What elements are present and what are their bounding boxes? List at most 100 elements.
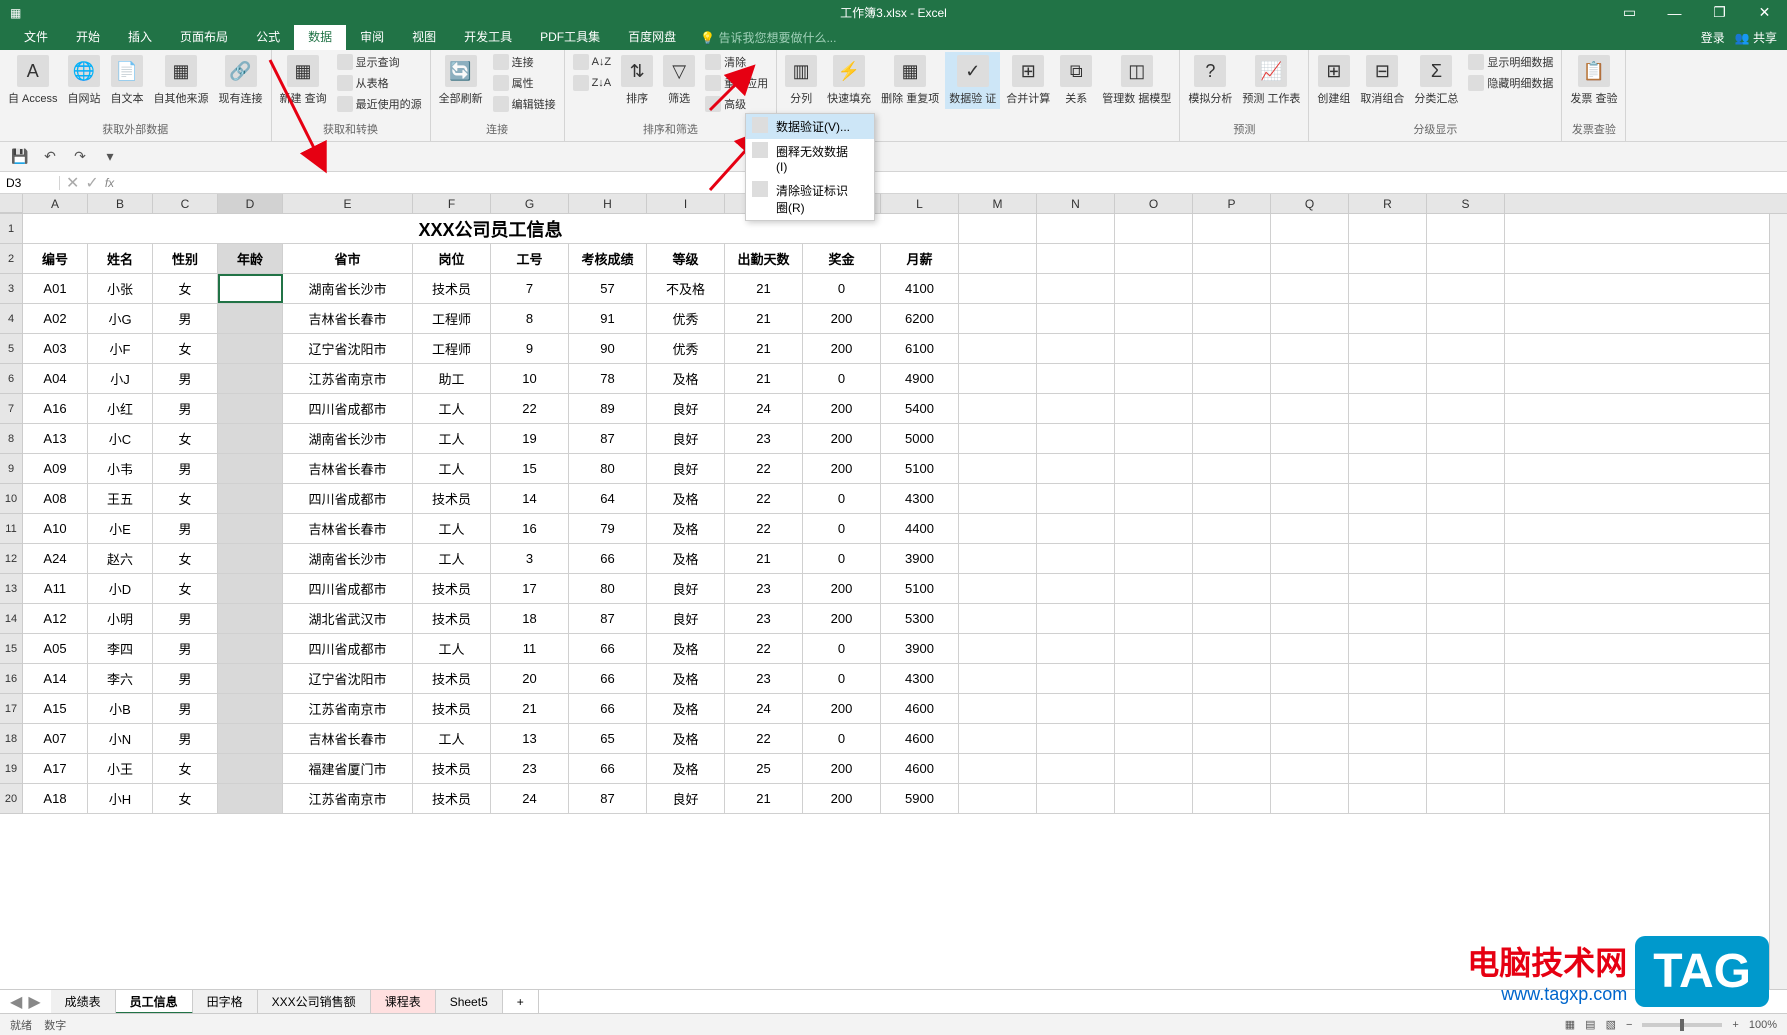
sheet-nav-next[interactable]: ▶	[28, 992, 40, 1012]
cell-empty[interactable]	[1427, 544, 1505, 573]
data-cell[interactable]: 女	[153, 334, 218, 363]
tab-view[interactable]: 视图	[398, 25, 450, 50]
data-cell[interactable]: 66	[569, 754, 647, 783]
data-cell[interactable]	[218, 604, 283, 633]
cell-empty[interactable]	[1271, 664, 1349, 693]
cell-empty[interactable]	[1427, 784, 1505, 813]
data-cell[interactable]: 工程师	[413, 304, 491, 333]
cell-empty[interactable]	[1349, 394, 1427, 423]
row-header-5[interactable]: 5	[0, 334, 23, 364]
from-other-button[interactable]: ▦自其他来源	[150, 52, 213, 109]
data-cell[interactable]: 25	[725, 754, 803, 783]
data-cell[interactable]: 20	[491, 664, 569, 693]
cell-empty[interactable]	[1427, 634, 1505, 663]
select-all-corner[interactable]	[0, 194, 23, 213]
data-cell[interactable]: A03	[23, 334, 88, 363]
header-cell[interactable]: 省市	[283, 244, 413, 273]
menu-circle-invalid[interactable]: 圈释无效数据(I)	[746, 139, 874, 178]
cell-empty[interactable]	[959, 334, 1037, 363]
data-cell[interactable]: 优秀	[647, 334, 725, 363]
data-cell[interactable]: 男	[153, 304, 218, 333]
tab-pdf[interactable]: PDF工具集	[526, 25, 614, 50]
data-cell[interactable]: 4600	[881, 754, 959, 783]
col-header-H[interactable]: H	[569, 194, 647, 213]
cell-empty[interactable]	[1427, 694, 1505, 723]
cell-empty[interactable]	[1427, 454, 1505, 483]
data-cell[interactable]: 良好	[647, 424, 725, 453]
from-text-button[interactable]: 📄自文本	[107, 52, 148, 109]
row-header-9[interactable]: 9	[0, 454, 23, 484]
data-cell[interactable]: 及格	[647, 634, 725, 663]
cell-empty[interactable]	[1349, 514, 1427, 543]
from-access-button[interactable]: A自 Access	[4, 52, 62, 109]
data-cell[interactable]: 0	[803, 544, 881, 573]
cell-empty[interactable]	[1115, 664, 1193, 693]
login-link[interactable]: 登录	[1701, 29, 1725, 46]
data-cell[interactable]: 21	[725, 784, 803, 813]
data-cell[interactable]: A16	[23, 394, 88, 423]
data-cell[interactable]: 0	[803, 484, 881, 513]
cell-empty[interactable]	[959, 364, 1037, 393]
cell-empty[interactable]	[1271, 634, 1349, 663]
data-cell[interactable]: 及格	[647, 664, 725, 693]
data-cell[interactable]: 200	[803, 394, 881, 423]
data-cell[interactable]: 4100	[881, 274, 959, 303]
data-cell[interactable]: 4300	[881, 664, 959, 693]
data-cell[interactable]: 小红	[88, 394, 153, 423]
cell-empty[interactable]	[1271, 304, 1349, 333]
cell-empty[interactable]	[1193, 454, 1271, 483]
data-cell[interactable]: 小J	[88, 364, 153, 393]
data-cell[interactable]	[218, 454, 283, 483]
cell-empty[interactable]	[1037, 754, 1115, 783]
row-header-18[interactable]: 18	[0, 724, 23, 754]
data-cell[interactable]: 湖北省武汉市	[283, 604, 413, 633]
data-cell[interactable]: 技术员	[413, 694, 491, 723]
data-cell[interactable]: 技术员	[413, 274, 491, 303]
cell-empty[interactable]	[1115, 634, 1193, 663]
data-cell[interactable]	[218, 514, 283, 543]
cell-empty[interactable]	[1115, 754, 1193, 783]
data-model-button[interactable]: ◫管理数 据模型	[1098, 52, 1175, 109]
col-header-A[interactable]: A	[23, 194, 88, 213]
data-cell[interactable]: 男	[153, 364, 218, 393]
sort-az-button[interactable]: A↓Z	[569, 52, 616, 72]
sheet-tab-2[interactable]: 田字格	[193, 990, 258, 1014]
cell-empty[interactable]	[1271, 694, 1349, 723]
cell-empty[interactable]	[1193, 754, 1271, 783]
row-header-8[interactable]: 8	[0, 424, 23, 454]
header-cell[interactable]: 工号	[491, 244, 569, 273]
row-header-6[interactable]: 6	[0, 364, 23, 394]
ribbon-display-options[interactable]: ▭	[1607, 0, 1652, 25]
data-cell[interactable]	[218, 544, 283, 573]
data-cell[interactable]: A12	[23, 604, 88, 633]
hide-detail-button[interactable]: 隐藏明细数据	[1464, 73, 1557, 93]
data-cell[interactable]: 0	[803, 724, 881, 753]
cell-empty[interactable]	[1349, 574, 1427, 603]
row-header-11[interactable]: 11	[0, 514, 23, 544]
subtotal-button[interactable]: Σ分类汇总	[1410, 52, 1462, 109]
data-cell[interactable]: A24	[23, 544, 88, 573]
row-header-4[interactable]: 4	[0, 304, 23, 334]
data-cell[interactable]: 89	[569, 394, 647, 423]
data-cell[interactable]: 11	[491, 634, 569, 663]
cell-empty[interactable]	[959, 244, 1037, 273]
data-cell[interactable]: 技术员	[413, 484, 491, 513]
data-cell[interactable]: 7	[491, 274, 569, 303]
data-cell[interactable]: 200	[803, 454, 881, 483]
data-cell[interactable]: 200	[803, 424, 881, 453]
cell-empty[interactable]	[1115, 424, 1193, 453]
forecast-sheet-button[interactable]: 📈预测 工作表	[1238, 52, 1304, 109]
data-cell[interactable]	[218, 634, 283, 663]
row-header-7[interactable]: 7	[0, 394, 23, 424]
close-button[interactable]: ✕	[1742, 0, 1787, 25]
data-cell[interactable]: 4600	[881, 694, 959, 723]
cell-empty[interactable]	[959, 214, 1037, 243]
data-cell[interactable]: 78	[569, 364, 647, 393]
data-cell[interactable]: A05	[23, 634, 88, 663]
data-cell[interactable]: 福建省厦门市	[283, 754, 413, 783]
data-cell[interactable]: 男	[153, 454, 218, 483]
header-cell[interactable]: 岗位	[413, 244, 491, 273]
data-cell[interactable]: 辽宁省沈阳市	[283, 334, 413, 363]
data-cell[interactable]: 小G	[88, 304, 153, 333]
cell-empty[interactable]	[1349, 784, 1427, 813]
